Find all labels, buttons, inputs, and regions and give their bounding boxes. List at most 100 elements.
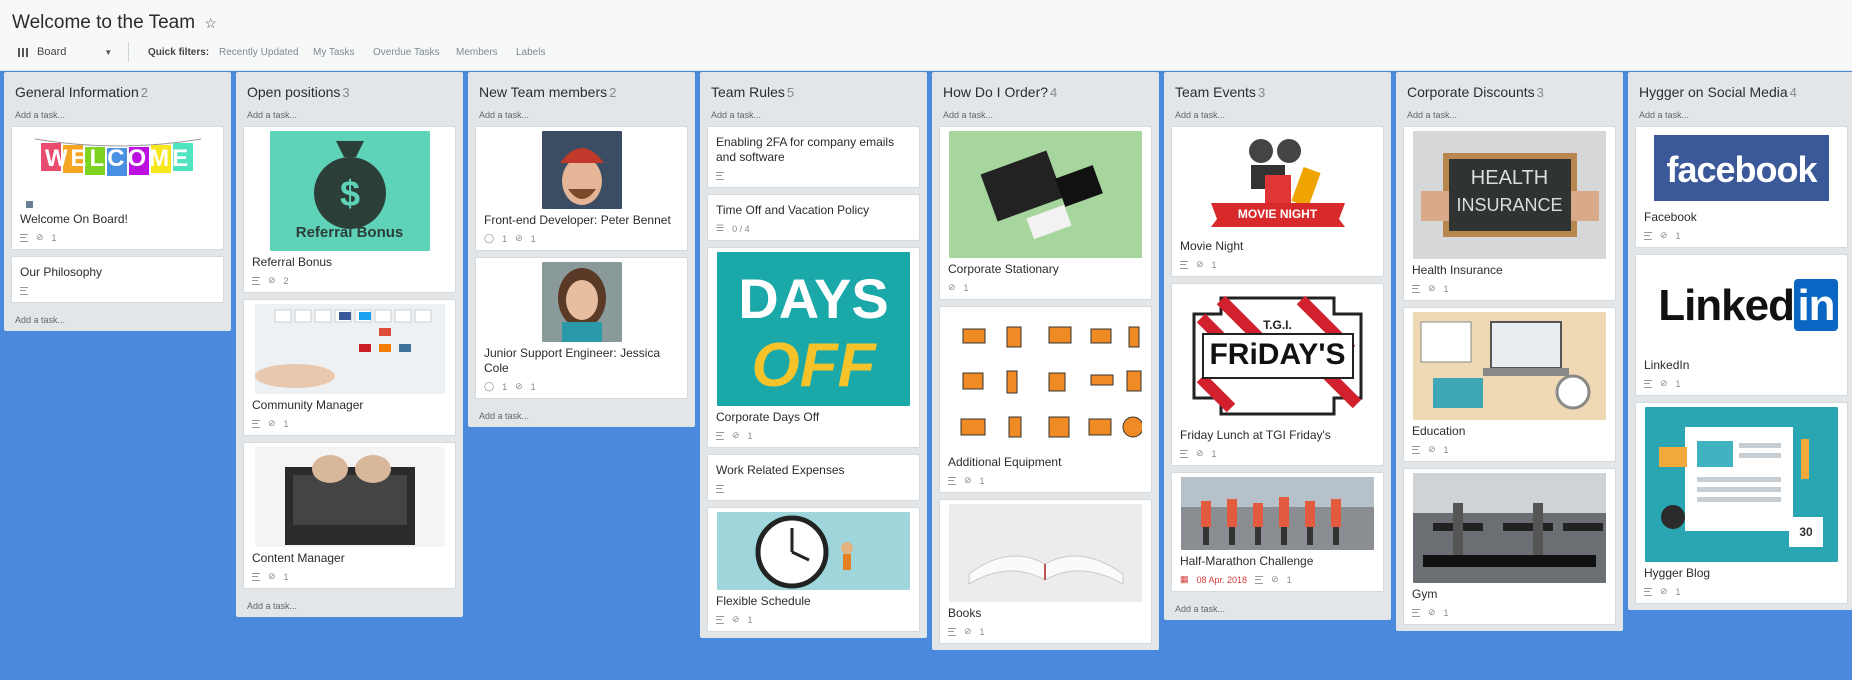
checklist-progress: 0 / 4 [732,223,750,234]
card-meta: ◯ 1 ⊘ 1 [484,381,679,392]
attachment-count: 1 [283,571,289,582]
column-count: 4 [1789,85,1797,100]
card-meta [20,285,215,296]
task-card[interactable]: Linked in LinkedIn ⊘ 1 [1635,254,1848,396]
description-icon [1644,587,1652,596]
calendar-icon: ▦ [1180,574,1189,584]
column-count: 4 [1050,85,1058,100]
column-title-text: Corporate Discounts [1407,84,1535,100]
filter-my-tasks[interactable]: My Tasks [313,47,355,58]
task-card[interactable]: Time Off and Vacation Policy ☰ 0 / 4 [707,194,920,241]
stationary-image [980,150,1103,240]
card-image: facebook [1650,131,1833,206]
add-task-link[interactable]: Add a task... [939,104,1152,126]
tgi-logo-small-text: T.G.I. [1263,318,1292,332]
description-icon [1644,231,1652,240]
add-task-link[interactable]: Add a task... [1171,104,1384,126]
filter-labels[interactable]: Labels [516,47,545,58]
linkedin-logo-in-text: in [1797,281,1835,330]
attachment-icon: ⊘ [1428,444,1436,454]
task-card[interactable]: $ Referral Bonus Referral Bonus ⊘ 2 [243,126,456,293]
attachment-icon: ⊘ [1271,574,1279,584]
health-image-text-1: HEALTH [1470,167,1549,189]
column-title-text: Team Events [1175,84,1256,100]
attachment-count: 1 [530,233,536,244]
task-card[interactable]: HEALTH INSURANCE Health Insurance ⊘ 1 [1403,126,1616,301]
board-view-icon [18,47,29,57]
description-icon [1644,379,1652,388]
card-title: Books [948,606,982,620]
card-image: WELCOME [33,131,203,199]
task-card[interactable]: DAYS OFF Corporate Days Off ⊘ 1 [707,247,920,448]
attachment-icon: ⊘ [1428,607,1436,617]
task-card[interactable]: Enabling 2FA for company emails and soft… [707,126,920,188]
card-image: $ Referral Bonus [269,131,430,251]
add-task-link[interactable]: Add a task... [11,104,224,126]
add-task-link[interactable]: Add a task... [475,104,688,126]
attachment-count: 1 [963,282,969,293]
add-task-link[interactable]: Add a task... [243,595,456,617]
task-card[interactable]: Gym ⊘ 1 [1403,468,1616,625]
task-card[interactable]: Front-end Developer: Peter Bennet ◯ 1 ⊘ 1 [475,126,688,251]
add-task-link[interactable]: Add a task... [1171,598,1384,620]
add-task-link[interactable]: Add a task... [1403,104,1616,126]
description-icon [1412,284,1420,293]
card-meta: ☰ 0 / 4 [716,223,911,234]
card-meta: ◯ 1 ⊘ 1 [484,233,679,244]
task-card[interactable]: Corporate Stationary ⊘ 1 [939,126,1152,300]
add-task-link[interactable]: Add a task... [243,104,456,126]
view-switcher[interactable]: Board ▼ [18,46,112,58]
column-title: Team Events 3 [1171,72,1384,104]
comment-icon: ◯ [484,233,495,243]
description-icon [1180,449,1188,458]
task-card[interactable]: Community Manager ⊘ 1 [243,299,456,436]
column-title: Hygger on Social Media 4 [1635,72,1848,104]
card-meta: ▦ 08 Apr. 2018 ⊘ 1 [1180,574,1375,585]
task-card[interactable]: Work Related Expenses [707,454,920,501]
description-icon [716,171,724,180]
attachment-icon: ⊘ [1196,259,1204,269]
attachment-count: 1 [1443,444,1449,455]
filter-overdue-tasks[interactable]: Overdue Tasks [373,47,440,58]
column-count: 3 [1257,85,1266,100]
task-card[interactable]: MOVIE NIGHT Movie Night ⊘ 1 [1171,126,1384,277]
add-task-link[interactable]: Add a task... [1635,104,1848,126]
add-task-link[interactable]: Add a task... [707,104,920,126]
laptop-typing-image [284,455,415,545]
column-hygger-on-social-media: Hygger on Social Media 4 Add a task... fa… [1628,72,1852,610]
column-corporate-discounts: Corporate Discounts 3 Add a task... HEALT… [1396,72,1623,631]
column-count: 5 [786,85,795,100]
filter-members[interactable]: Members [456,47,498,58]
task-card[interactable]: Flexible Schedule ⊘ 1 [707,507,920,632]
task-card[interactable]: facebook Facebook ⊘ 1 [1635,126,1848,248]
task-card[interactable]: Additional Equipment ⊘ 1 [939,306,1152,493]
task-card[interactable]: Junior Support Engineer: Jessica Cole ◯ 1… [475,257,688,399]
task-card[interactable]: T.G.I. FRiDAY'S Friday Lunch at TGI Frid… [1171,283,1384,466]
column-count: 2 [140,85,148,100]
divider [128,42,129,62]
task-card[interactable]: 30 Hygger Blog ⊘ 1 [1635,402,1848,604]
card-title: Hygger Blog [1644,566,1711,580]
description-icon [716,615,724,624]
star-icon[interactable]: ☆ [204,15,217,31]
card-meta [716,170,911,181]
task-card[interactable]: Our Philosophy [11,256,224,303]
card-meta: ⊘ 1 [1644,378,1839,389]
attachment-count: 1 [1443,283,1449,294]
task-card[interactable]: Content Manager ⊘ 1 [243,442,456,589]
filter-recently-updated[interactable]: Recently Updated [219,47,299,58]
add-task-link[interactable]: Add a task... [475,405,688,427]
clock-image [755,515,853,589]
task-card[interactable]: Education ⊘ 1 [1403,307,1616,462]
attachment-count: 1 [1443,607,1449,618]
task-card[interactable]: Books ⊘ 1 [939,499,1152,644]
attachment-count: 1 [51,232,57,243]
attachment-count: 1 [283,418,289,429]
description-icon [1180,260,1188,269]
task-card[interactable]: WELCOME Welcome On Board! ⊘ 1 [11,126,224,250]
description-icon [252,419,260,428]
task-card[interactable]: Half-Marathon Challenge ▦ 08 Apr. 2018 ⊘ 1 [1171,472,1384,592]
add-task-link[interactable]: Add a task... [11,309,224,331]
attachment-count: 1 [1675,378,1681,389]
card-title: Our Philosophy [20,265,103,279]
